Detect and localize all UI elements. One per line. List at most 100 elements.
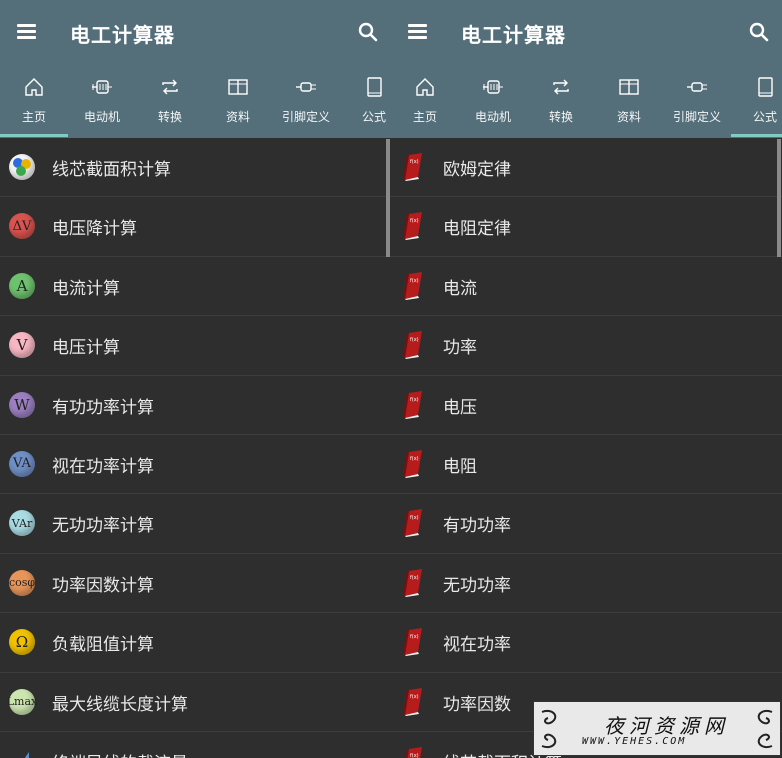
svg-text:f(x): f(x) — [410, 515, 419, 521]
list-item-label: 线芯截面积计算 — [52, 160, 171, 180]
list-item-label: 无功功率计算 — [52, 516, 154, 537]
list-item-label: 视在功率 — [443, 635, 511, 656]
formula-list: f(x) 欧姆定律 f(x) 电阻定律 f(x) 电流 f(x) 功率 f(x) 电压 f(x) 电阻… — [391, 138, 782, 758]
calculator-icon: Lmax — [7, 688, 37, 715]
watermark: 夜河资源网 WWW.YEHES.COM — [533, 701, 781, 756]
tab-label: 资料 — [616, 110, 641, 124]
list-item-label: 电压计算 — [52, 338, 120, 359]
app-bar: 电工计算器 主页 电动机 转换 资料 引脚定义 公式 — [391, 0, 782, 138]
list-item[interactable]: f(x) 电流 — [391, 257, 782, 317]
list-item[interactable]: Lmax 最大线缆长度计算 — [0, 673, 391, 732]
formula-book-icon: f(x) — [403, 271, 423, 300]
list-item[interactable]: f(x) 视在功率 — [391, 613, 782, 673]
home-icon — [25, 78, 43, 96]
tab-home[interactable]: 主页 — [0, 68, 68, 138]
list-item-label: 有功功率计算 — [52, 397, 154, 418]
repeat-icon — [162, 79, 178, 95]
list-item[interactable]: f(x) 电压 — [391, 376, 782, 435]
list-item[interactable]: A 电流计算 — [0, 257, 391, 317]
svg-text:f(x): f(x) — [410, 634, 419, 640]
watermark-title: 夜河资源网 — [604, 714, 729, 738]
book-icon — [367, 77, 382, 97]
svg-text:f(x): f(x) — [410, 218, 419, 224]
svg-text:f(x): f(x) — [410, 337, 419, 343]
left-screen: 电工计算器 主页 电动机 转换 资料 引脚定义 公式 线芯截面积计算 ΔV 电压降计算 A 电流计… — [0, 0, 391, 758]
calculator-icon: V — [9, 332, 35, 359]
calculator-icon: cosφ — [9, 569, 35, 596]
tab-book[interactable]: 公式 — [731, 68, 782, 138]
app-title: 电工计算器 — [461, 23, 566, 47]
tab-motor[interactable]: 电动机 — [459, 68, 527, 138]
formula-book-icon: f(x) — [403, 746, 423, 758]
list-item-label: 功率 — [443, 338, 477, 359]
list-item-label: 电阻 — [443, 456, 477, 477]
list-item[interactable]: f(x) 电阻定律 — [391, 197, 782, 257]
svg-text:f(x): f(x) — [410, 159, 419, 165]
formula-book-icon: f(x) — [403, 687, 423, 716]
search-icon[interactable] — [747, 20, 771, 44]
list-item-label: 有功功率 — [443, 516, 511, 537]
list-item-label: 电流计算 — [52, 278, 120, 299]
list-item-label: 无功功率 — [443, 575, 511, 596]
svg-text:f(x): f(x) — [410, 278, 419, 284]
tab-indicator — [731, 134, 782, 137]
formula-book-icon: f(x) — [403, 509, 423, 538]
list-item[interactable]: f(x) 功率 — [391, 316, 782, 376]
home-icon — [416, 78, 434, 96]
tab-repeat[interactable]: 转换 — [136, 68, 204, 138]
list-item-label: 终端导线的载流量 — [52, 749, 188, 758]
motor-icon — [483, 80, 503, 94]
calculator-icon — [9, 154, 35, 180]
list-item[interactable]: 终端导线的载流量 — [0, 732, 391, 758]
list-item-label: 功率因数计算 — [52, 575, 154, 596]
menu-icon[interactable] — [17, 22, 37, 42]
right-screen: 电工计算器 主页 电动机 转换 资料 引脚定义 公式 f(x) 欧姆定律 f(x) 电阻定律 f(… — [391, 0, 782, 758]
menu-icon[interactable] — [408, 22, 428, 42]
list-item-label: 电压降计算 — [52, 219, 137, 240]
list-item[interactable]: Ω 负载阻值计算 — [0, 613, 391, 673]
list-item-label: 电阻定律 — [443, 219, 511, 240]
plug-icon — [296, 82, 316, 92]
svg-text:f(x): f(x) — [410, 397, 419, 403]
tab-label: 公式 — [361, 110, 386, 124]
tab-label: 转换 — [548, 110, 573, 124]
scrollbar[interactable] — [386, 139, 390, 257]
svg-text:f(x): f(x) — [410, 456, 419, 462]
calculator-icon: ΔV — [9, 213, 35, 240]
tab-plug[interactable]: 引脚定义 — [663, 68, 731, 138]
search-icon[interactable] — [356, 20, 380, 44]
book-icon — [758, 77, 773, 97]
tab-book-open[interactable]: 资料 — [204, 68, 272, 138]
scrollbar[interactable] — [777, 139, 781, 257]
list-item[interactable]: VAr 无功功率计算 — [0, 494, 391, 554]
tab-motor[interactable]: 电动机 — [68, 68, 136, 138]
list-item[interactable]: cosφ 功率因数计算 — [0, 554, 391, 614]
list-item[interactable]: VA 视在功率计算 — [0, 435, 391, 495]
list-item[interactable]: f(x) 欧姆定律 — [391, 138, 782, 198]
list-item[interactable]: V 电压计算 — [0, 316, 391, 376]
list-item-label: 视在功率计算 — [52, 456, 154, 477]
ornament-left-icon — [541, 710, 557, 748]
tab-home[interactable]: 主页 — [391, 68, 459, 138]
tab-label: 公式 — [752, 110, 777, 124]
tab-book[interactable]: 公式 — [340, 68, 391, 138]
calculator-icon: W — [9, 391, 35, 418]
list-item[interactable]: f(x) 有功功率 — [391, 494, 782, 554]
tab-plug[interactable]: 引脚定义 — [272, 68, 340, 138]
formula-book-icon: f(x) — [403, 331, 423, 360]
list-item[interactable]: f(x) 无功功率 — [391, 554, 782, 614]
list-item-label: 电压 — [443, 397, 477, 418]
list-item[interactable]: W 有功功率计算 — [0, 376, 391, 435]
tab-label: 电动机 — [83, 110, 120, 124]
tab-label: 电动机 — [474, 110, 511, 124]
formula-book-icon: f(x) — [403, 390, 423, 419]
list-item[interactable]: f(x) 电阻 — [391, 435, 782, 495]
calculator-icon: Ω — [9, 629, 35, 656]
tab-book-open[interactable]: 资料 — [595, 68, 663, 138]
tab-label: 主页 — [412, 110, 437, 124]
list-item[interactable]: ΔV 电压降计算 — [0, 197, 391, 257]
book-open-icon — [228, 79, 248, 95]
tab-repeat[interactable]: 转换 — [527, 68, 595, 138]
list-item[interactable]: 线芯截面积计算 — [0, 138, 391, 198]
formula-book-icon: f(x) — [403, 568, 423, 597]
